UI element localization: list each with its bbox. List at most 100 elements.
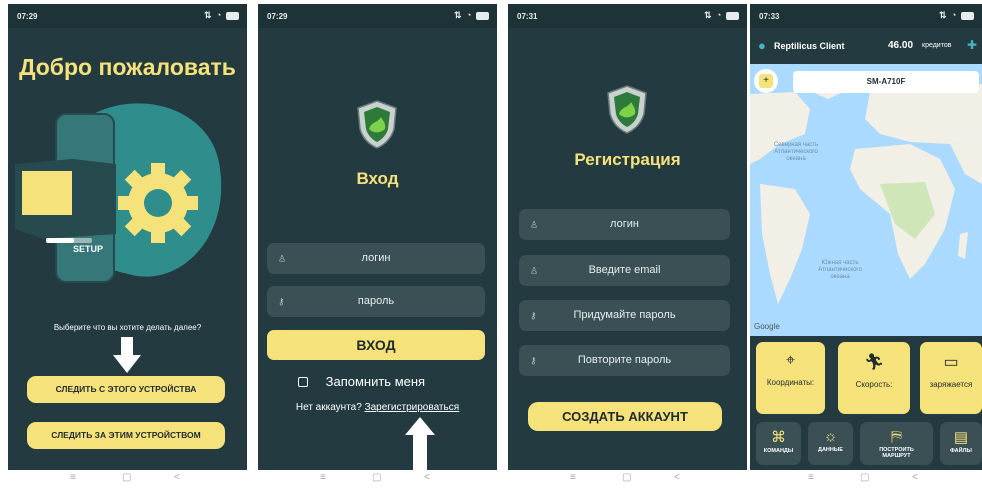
track-this-device-button[interactable]: СЛЕДИТЬ С ЭТОГО УСТРОЙСТВА	[27, 376, 225, 403]
nav-back-icon[interactable]: <	[912, 472, 918, 483]
status-time: 07:31	[517, 12, 538, 21]
password-placeholder: Придумайте пароль	[573, 309, 676, 321]
land-south-america	[760, 184, 810, 304]
dashboard-screen: 07:33 ⇅ ◔ ● Reptilicus Client 46.00 кред…	[750, 4, 982, 470]
coordinates-tile[interactable]: ⌖ Координаты:	[756, 342, 825, 414]
email-placeholder: Введите email	[588, 264, 661, 276]
map-label-south: Южная часть Атлантического океана	[818, 260, 862, 280]
location-pin-icon: ⌖	[785, 352, 795, 369]
user-icon[interactable]: ●	[758, 38, 766, 53]
route-button[interactable]: ⛿ ПОСТРОИТЬ МАРШРУТ	[860, 422, 933, 465]
add-user-icon[interactable]: ✚	[967, 38, 977, 52]
battery-label: заряжается	[929, 380, 973, 389]
phone-login: 07:29 ⇅ ◔ Вход ♙ логин ⚷ пароль ВХОД Зап…	[258, 4, 497, 488]
world-map	[750, 72, 982, 304]
zoom-button[interactable]: +	[754, 69, 778, 93]
status-icons: ⇅ ◔	[454, 10, 489, 21]
welcome-screen: 07:29 ⇅ ◔ Добро пожаловать SETUP Выберит…	[8, 4, 247, 470]
login-placeholder: логин	[610, 218, 639, 230]
nav-bar: ≡ ▢ <	[8, 470, 247, 488]
remember-checkbox[interactable]	[298, 376, 308, 387]
google-logo: Google	[754, 322, 780, 331]
nav-home-icon[interactable]: ▢	[860, 472, 869, 483]
key-icon: ⚷	[278, 296, 285, 306]
nav-menu-icon[interactable]: ≡	[70, 472, 76, 483]
track-other-device-button[interactable]: СЛЕДИТЬ ЗА ЭТИМ УСТРОЙСТВОМ	[27, 422, 225, 449]
status-bar: 07:33 ⇅ ◔	[750, 4, 982, 28]
land-europe	[865, 84, 982, 144]
status-icons: ⇅ ◔	[704, 10, 739, 21]
add-device-icon: +	[759, 74, 773, 88]
speed-tile[interactable]: 🏃︎ Скорость:	[838, 342, 910, 414]
map-view[interactable]: Северная часть Атлантического океана Южн…	[750, 64, 982, 336]
create-account-button[interactable]: СОЗДАТЬ АККАУНТ	[528, 402, 722, 431]
new-password-input[interactable]: ⚷ Придумайте пароль	[519, 300, 730, 331]
running-person-icon: 🏃︎	[863, 354, 885, 371]
login-button[interactable]: ВХОД	[267, 330, 485, 360]
nav-back-icon[interactable]: <	[424, 472, 430, 483]
map-label-north: Северная часть Атлантического океана	[773, 142, 819, 162]
land-madagascar	[958, 232, 968, 259]
battery-icon	[726, 11, 739, 20]
commands-label: КОМАНДЫ	[763, 448, 794, 454]
status-icons: ⇅ ◔	[204, 10, 239, 21]
login-input[interactable]: ♙ логин	[267, 243, 485, 274]
shield-logo-icon	[607, 85, 647, 134]
status-bar: 07:29 ⇅ ◔	[8, 4, 247, 28]
route-label: ПОСТРОИТЬ МАРШРУТ	[879, 447, 914, 459]
nav-menu-icon[interactable]: ≡	[320, 472, 326, 483]
folder-icon: ▤	[953, 429, 969, 446]
repeat-placeholder: Повторите пароль	[577, 354, 672, 366]
status-time: 07:33	[759, 12, 780, 21]
nav-menu-icon[interactable]: ≡	[808, 472, 814, 483]
password-input[interactable]: ⚷ пароль	[267, 286, 485, 317]
commands-button[interactable]: ⌘ КОМАНДЫ	[756, 422, 801, 465]
files-label: ФАЙЛЫ	[950, 448, 972, 454]
box-front	[22, 171, 72, 215]
arrow-up-icon	[405, 417, 435, 470]
data-button[interactable]: ☼ ДАННЫЕ	[808, 422, 853, 465]
nav-bar: ≡ ▢ <	[750, 470, 982, 488]
battery-icon	[226, 11, 239, 20]
nav-home-icon[interactable]: ▢	[122, 472, 131, 483]
app-name: Reptilicus Client	[774, 41, 845, 51]
status-icons: ⇅ ◔	[939, 10, 974, 21]
battery-tile[interactable]: ▭ заряжается	[920, 342, 982, 414]
login-placeholder: логин	[361, 252, 391, 264]
app-header: ● Reptilicus Client 46.00 кредитов ✚	[750, 28, 982, 64]
prompt-text: Выберите что вы хотите делать далее?	[53, 323, 202, 332]
bulb-icon: ☼	[823, 428, 838, 445]
register-link[interactable]: Зарегистрироваться	[365, 402, 460, 413]
files-button[interactable]: ▤ ФАЙЛЫ	[940, 422, 982, 465]
device-name: SM-A710F	[866, 77, 906, 86]
battery-charge-icon: ▭	[943, 354, 959, 371]
login-screen: 07:29 ⇅ ◔ Вход ♙ логин ⚷ пароль ВХОД Зап…	[258, 4, 497, 470]
arrow-down-icon	[113, 337, 141, 379]
phone-register: 07:31 ⇅ ◔ Регистрация ♙ логин ♙ Введите …	[508, 4, 747, 488]
email-input[interactable]: ♙ Введите email	[519, 255, 730, 286]
user-icon: ♙	[530, 219, 539, 229]
nav-menu-icon[interactable]: ≡	[570, 472, 576, 483]
repeat-password-input[interactable]: ⚷ Повторите пароль	[519, 345, 730, 376]
key-icon: ⚷	[530, 310, 537, 320]
status-bar: 07:29 ⇅ ◔	[258, 4, 497, 28]
nav-back-icon[interactable]: <	[174, 472, 180, 483]
shield-logo-icon	[357, 100, 397, 149]
nav-back-icon[interactable]: <	[674, 472, 680, 483]
credits-unit: кредитов	[922, 42, 952, 49]
nav-home-icon[interactable]: ▢	[372, 472, 381, 483]
register-row: Нет аккаунта? Зарегистрироваться	[258, 402, 497, 413]
register-login-input[interactable]: ♙ логин	[519, 209, 730, 240]
progress-fill	[46, 238, 74, 243]
nav-home-icon[interactable]: ▢	[622, 472, 631, 483]
device-selector[interactable]: SM-A710F	[793, 71, 979, 93]
land-asia	[950, 139, 982, 184]
remember-row: Запомнить меня	[298, 373, 425, 389]
remember-label: Запомнить меня	[325, 374, 426, 390]
page-title: Вход	[356, 169, 399, 188]
setup-illustration	[15, 103, 222, 283]
key-icon: ⚷	[530, 355, 537, 365]
map-route-icon: ⛿	[891, 428, 902, 445]
nav-bar: ≡ ▢ <	[258, 470, 497, 488]
gear-icon	[118, 163, 198, 243]
